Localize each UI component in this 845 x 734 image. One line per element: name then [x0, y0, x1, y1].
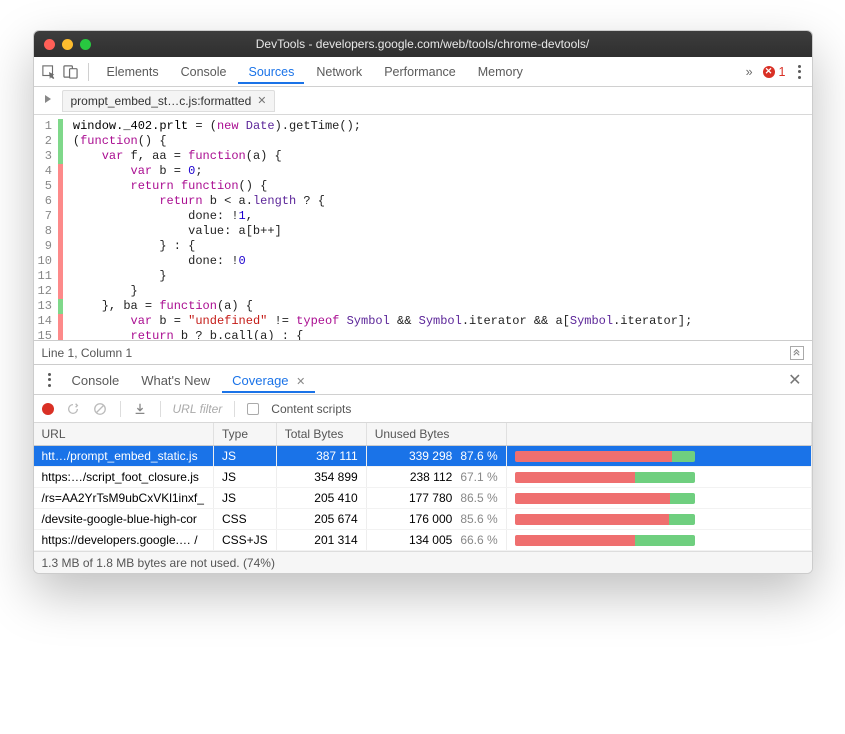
close-icon[interactable]	[44, 39, 55, 50]
file-tab[interactable]: prompt_embed_st…c.js:formatted ✕	[62, 90, 276, 112]
drawer-tab-console[interactable]: Console	[62, 367, 130, 393]
clear-icon[interactable]	[93, 401, 108, 416]
coverage-footer: 1.3 MB of 1.8 MB bytes are not used. (74…	[34, 551, 812, 573]
main-tabs: ElementsConsoleSourcesNetworkPerformance…	[97, 59, 736, 84]
table-row[interactable]: /rs=AA2YrTsM9ubCxVKl1inxf_JS205 410177 7…	[34, 488, 812, 509]
zoom-icon[interactable]	[80, 39, 91, 50]
column-header[interactable]: Unused Bytes	[366, 423, 506, 446]
sources-subtoolbar: prompt_embed_st…c.js:formatted ✕	[34, 87, 812, 115]
column-header[interactable]	[506, 423, 811, 446]
table-row[interactable]: https://developers.google.… /CSS+JS201 3…	[34, 530, 812, 551]
show-navigator-icon[interactable]	[42, 93, 54, 108]
more-tabs-icon[interactable]: »	[740, 65, 759, 79]
tab-elements[interactable]: Elements	[97, 59, 169, 84]
table-header-row: URLTypeTotal BytesUnused Bytes	[34, 423, 812, 446]
tab-sources[interactable]: Sources	[238, 59, 304, 84]
drawer-tab-coverage[interactable]: Coverage ✕	[222, 367, 315, 393]
drawer-menu-icon[interactable]	[40, 372, 56, 388]
device-toolbar-icon[interactable]	[62, 63, 80, 81]
minimize-icon[interactable]	[62, 39, 73, 50]
devtools-window: DevTools - developers.google.com/web/too…	[33, 30, 813, 574]
editor-statusbar: Line 1, Column 1	[34, 341, 812, 365]
tab-console[interactable]: Console	[171, 59, 237, 84]
table-row[interactable]: https:…/script_foot_closure.jsJS354 8992…	[34, 467, 812, 488]
column-header[interactable]: Type	[214, 423, 277, 446]
error-count[interactable]: ✕1	[763, 65, 786, 79]
table-row[interactable]: /devsite-google-blue-high-corCSS205 6741…	[34, 509, 812, 530]
collapse-icon[interactable]	[790, 346, 804, 360]
inspect-element-icon[interactable]	[40, 63, 58, 81]
file-tab-name: prompt_embed_st…c.js:formatted	[71, 94, 252, 108]
close-icon[interactable]: ✕	[257, 94, 266, 107]
main-toolbar: ElementsConsoleSourcesNetworkPerformance…	[34, 57, 812, 87]
settings-menu-icon[interactable]	[790, 64, 806, 80]
coverage-table: URLTypeTotal BytesUnused Bytes htt…/prom…	[34, 423, 812, 551]
column-header[interactable]: Total Bytes	[276, 423, 366, 446]
line-numbers: 12345678910111213141516	[34, 115, 58, 340]
url-filter-input[interactable]: URL filter	[173, 402, 223, 416]
content-scripts-checkbox[interactable]	[247, 403, 259, 415]
window-traffic-lights	[34, 39, 91, 50]
code-body[interactable]: window._402.prlt = (new Date).getTime();…	[63, 115, 698, 340]
tab-performance[interactable]: Performance	[374, 59, 466, 84]
window-title: DevTools - developers.google.com/web/too…	[34, 37, 812, 51]
tab-network[interactable]: Network	[306, 59, 372, 84]
record-icon[interactable]	[42, 403, 54, 415]
table-row[interactable]: htt…/prompt_embed_static.jsJS387 111339 …	[34, 446, 812, 467]
drawer-tabs: ConsoleWhat's NewCoverage ✕ ✕	[34, 365, 812, 395]
drawer-tab-what-s-new[interactable]: What's New	[131, 367, 220, 393]
titlebar: DevTools - developers.google.com/web/too…	[34, 31, 812, 57]
tab-memory[interactable]: Memory	[468, 59, 533, 84]
code-editor[interactable]: 12345678910111213141516 window._402.prlt…	[34, 115, 812, 341]
reload-icon[interactable]	[66, 401, 81, 416]
column-header[interactable]: URL	[34, 423, 214, 446]
close-icon[interactable]: ✕	[784, 370, 805, 390]
coverage-summary: 1.3 MB of 1.8 MB bytes are not used. (74…	[42, 556, 275, 570]
export-icon[interactable]	[133, 401, 148, 416]
cursor-position: Line 1, Column 1	[42, 346, 133, 360]
coverage-toolbar: URL filter Content scripts	[34, 395, 812, 423]
content-scripts-label: Content scripts	[271, 402, 351, 416]
